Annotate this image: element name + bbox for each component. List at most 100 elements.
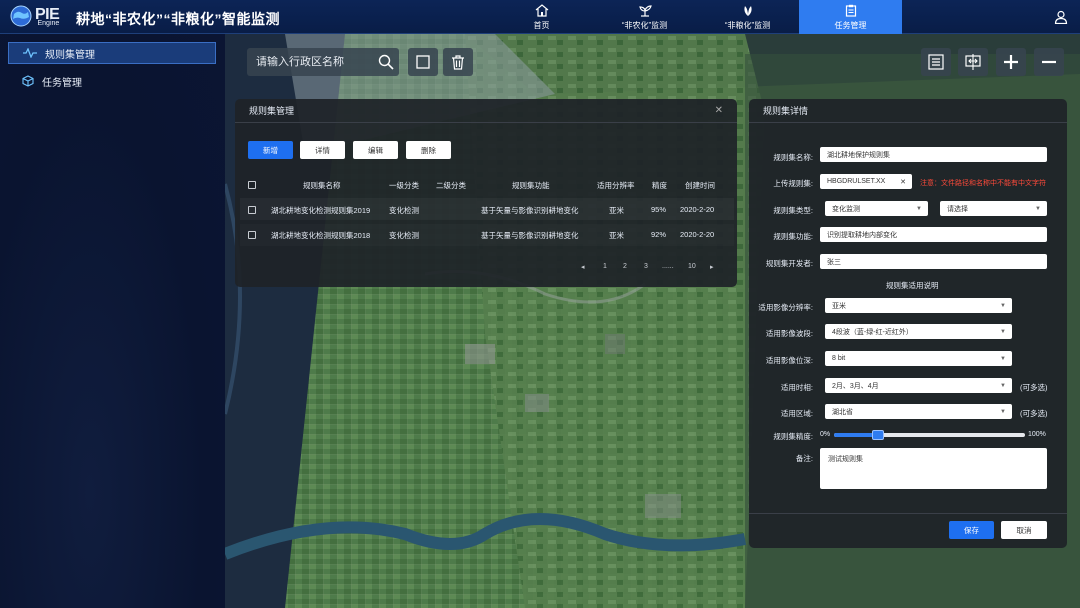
season-label: 适用时相: xyxy=(780,383,813,392)
nav-task-management[interactable]: 任务管理 xyxy=(799,0,902,34)
developer-label: 规则集开发者: xyxy=(765,259,813,268)
resolution-select[interactable]: 亚米 ▼ xyxy=(825,298,1012,313)
caret-down-icon: ▼ xyxy=(1000,328,1006,335)
delete-button[interactable]: 删除 xyxy=(406,141,451,159)
home-icon xyxy=(535,3,548,17)
nav-nonfarm[interactable]: “非农化”监测 xyxy=(593,0,696,34)
precision-slider-handle[interactable] xyxy=(871,430,884,440)
rules-panel-title: 规则集管理 xyxy=(249,106,295,116)
band-select[interactable]: 4段波（蓝-绿-红-近红外） ▼ xyxy=(825,324,1012,339)
sidebar-item-task[interactable]: 任务管理 xyxy=(8,70,216,92)
region-hint: (可多选) xyxy=(1020,409,1048,418)
cell-resolution: 亚米 xyxy=(609,231,624,240)
select-all-checkbox[interactable] xyxy=(248,181,256,189)
column-header: 规则集功能 xyxy=(512,181,550,190)
search-icon[interactable] xyxy=(378,54,394,70)
rules-panel-header: 规则集管理 ✕ xyxy=(235,99,737,123)
region-search-input[interactable] xyxy=(256,56,366,68)
nav-label: “非粮化”监测 xyxy=(724,20,771,30)
detail-panel-title: 规则集详情 xyxy=(763,106,809,116)
pager-page[interactable]: 2 xyxy=(623,263,627,270)
type-label: 规则集类型: xyxy=(773,206,813,215)
caret-down-icon: ▼ xyxy=(916,205,922,212)
nav-label: “非农化”监测 xyxy=(621,20,668,30)
plus-icon xyxy=(1004,55,1018,69)
column-header: 规则集名称 xyxy=(303,181,341,190)
region-select-value: 湖北省 xyxy=(832,408,853,416)
depth-label: 适用影像位深: xyxy=(765,356,813,365)
layer-list-button[interactable] xyxy=(921,48,951,76)
sidebar-item-label: 任务管理 xyxy=(42,77,82,89)
depth-select[interactable]: 8 bit ▼ xyxy=(825,351,1012,366)
cell-name: 湖北耕地变化检测规则集2018 xyxy=(271,231,371,240)
caret-down-icon: ▼ xyxy=(1000,355,1006,362)
nav-home[interactable]: 首页 xyxy=(490,0,593,34)
sidebar: 规则集管理 任务管理 xyxy=(0,34,225,608)
zoom-out-button[interactable] xyxy=(1034,48,1064,76)
region-select[interactable]: 湖北省 ▼ xyxy=(825,404,1012,419)
sidebar-item-ruleset[interactable]: 规则集管理 xyxy=(8,42,216,64)
season-select-value: 2月、3月、4月 xyxy=(832,382,879,390)
column-header: 二级分类 xyxy=(436,181,466,190)
detail-button[interactable]: 详情 xyxy=(300,141,345,159)
remark-textarea[interactable]: 测试规则集 xyxy=(820,448,1047,489)
subtype-select[interactable]: 请选择 ▼ xyxy=(940,201,1047,216)
pager-ellipsis: ...... xyxy=(662,263,674,270)
subtype-select-value: 请选择 xyxy=(947,205,968,213)
save-button[interactable]: 保存 xyxy=(949,521,994,539)
region-label: 适用区域: xyxy=(780,409,813,418)
cancel-button[interactable]: 取消 xyxy=(1001,521,1047,539)
leaf-icon xyxy=(743,5,752,16)
list-icon xyxy=(928,54,944,70)
clipboard-icon xyxy=(845,4,856,17)
pager-page[interactable]: 1 xyxy=(603,263,607,270)
season-select[interactable]: 2月、3月、4月 ▼ xyxy=(825,378,1012,393)
precision-slider[interactable] xyxy=(834,430,1025,440)
edit-button[interactable]: 编辑 xyxy=(353,141,398,159)
column-header: 创建时间 xyxy=(685,181,715,190)
draw-rectangle-button[interactable] xyxy=(408,48,438,76)
upload-label: 上传规则集: xyxy=(773,179,813,188)
band-label: 适用影像波段: xyxy=(765,329,813,338)
name-field[interactable]: 湖北耕地保护规则集 xyxy=(820,147,1047,162)
cell-name: 湖北耕地变化检测规则集2019 xyxy=(271,206,371,215)
function-field[interactable]: 识别提取耕地内部变化 xyxy=(820,227,1047,242)
cell-level1: 变化检测 xyxy=(389,231,419,240)
nav-label: 首页 xyxy=(533,20,550,30)
season-hint: (可多选) xyxy=(1020,383,1048,392)
name-label: 规则集名称: xyxy=(773,153,813,162)
caret-down-icon: ▼ xyxy=(1000,408,1006,415)
precision-max: 100% xyxy=(1028,431,1046,438)
cell-level1: 变化检测 xyxy=(389,206,419,215)
pager-page[interactable]: 3 xyxy=(644,263,648,270)
pulse-icon xyxy=(23,48,37,58)
add-button[interactable]: 新增 xyxy=(248,141,293,159)
user-menu[interactable] xyxy=(1054,10,1068,24)
developer-field[interactable]: 张三 xyxy=(820,254,1047,269)
cell-function: 基于矢量与影像识别耕地变化 xyxy=(481,231,579,240)
pager-prev[interactable]: ◂ xyxy=(581,263,585,271)
pager-page[interactable]: 10 xyxy=(688,263,696,270)
nav-nongrain[interactable]: “非粮化”监测 xyxy=(696,0,799,34)
cell-precision: 92% xyxy=(651,230,667,239)
upload-file-chip[interactable]: HBGDRULSET.XX ✕ xyxy=(820,174,912,189)
trash-icon xyxy=(452,54,464,70)
zoom-in-button[interactable] xyxy=(996,48,1026,76)
row-checkbox[interactable] xyxy=(248,231,256,239)
column-header: 适用分辨率 xyxy=(597,181,635,190)
close-icon[interactable]: ✕ xyxy=(715,105,723,116)
remove-file-icon[interactable]: ✕ xyxy=(900,178,906,186)
logo: PIE Engine xyxy=(10,5,60,27)
swipe-compare-button[interactable] xyxy=(958,48,988,76)
globe-icon xyxy=(10,5,32,27)
row-checkbox[interactable] xyxy=(248,206,256,214)
column-header: 一级分类 xyxy=(389,181,419,190)
footer-divider xyxy=(749,513,1067,514)
region-search xyxy=(247,48,399,76)
top-bar: PIE Engine 耕地“非农化”“非粮化”智能监测 首页 “非农化”监测 “… xyxy=(0,0,1080,34)
resolution-label: 适用影像分辨率: xyxy=(758,303,813,312)
type-select[interactable]: 变化监测 ▼ xyxy=(825,201,928,216)
pager-next[interactable]: ▸ xyxy=(710,263,714,271)
cell-function: 基于矢量与影像识别耕地变化 xyxy=(481,206,579,215)
delete-drawing-button[interactable] xyxy=(443,48,473,76)
